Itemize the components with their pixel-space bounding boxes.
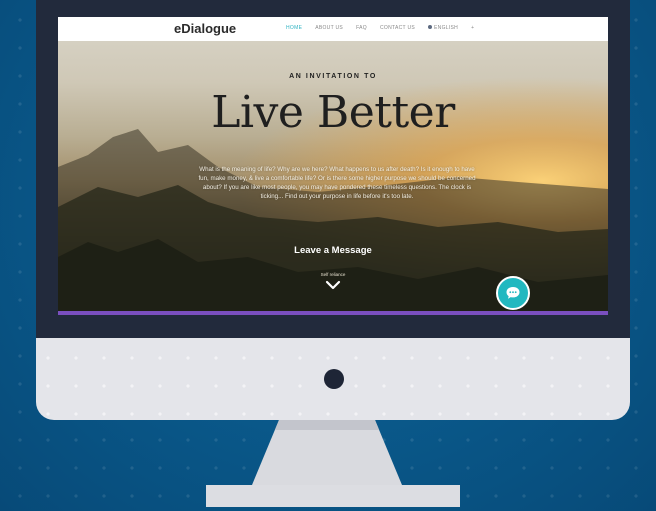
nav-links: HOME ABOUT US FAQ CONTACT US ENGLISH + bbox=[286, 25, 474, 31]
leave-message-button[interactable]: Leave a Message bbox=[58, 245, 608, 256]
website-screen: eDialogue HOME ABOUT US FAQ CONTACT US E… bbox=[58, 17, 608, 315]
chat-bubble-icon bbox=[506, 287, 520, 299]
site-navbar: eDialogue HOME ABOUT US FAQ CONTACT US E… bbox=[58, 17, 608, 41]
hero-body-text: What is the meaning of life? Why are we … bbox=[198, 166, 476, 200]
chat-button[interactable] bbox=[496, 276, 530, 310]
chevron-down-icon[interactable] bbox=[325, 279, 341, 291]
language-selector[interactable]: ENGLISH bbox=[428, 25, 458, 31]
nav-link-faq[interactable]: FAQ bbox=[356, 25, 367, 31]
nav-link-home[interactable]: HOME bbox=[286, 25, 302, 31]
monitor-chin bbox=[36, 338, 630, 420]
screen-bottom-bar bbox=[58, 311, 608, 315]
power-dot-icon bbox=[324, 369, 344, 389]
nav-more[interactable]: + bbox=[471, 25, 474, 31]
nav-link-about[interactable]: ABOUT US bbox=[315, 25, 343, 31]
hero-small-label: Self reliance bbox=[320, 272, 346, 277]
language-label: ENGLISH bbox=[434, 25, 459, 31]
brand-logo[interactable]: eDialogue bbox=[174, 21, 236, 36]
hero-headline: Live Better bbox=[211, 87, 455, 138]
monitor-base bbox=[206, 485, 460, 507]
flag-icon bbox=[428, 25, 433, 29]
nav-link-contact[interactable]: CONTACT US bbox=[380, 25, 415, 31]
hero-eyebrow: AN INVITATION TO bbox=[289, 73, 377, 80]
